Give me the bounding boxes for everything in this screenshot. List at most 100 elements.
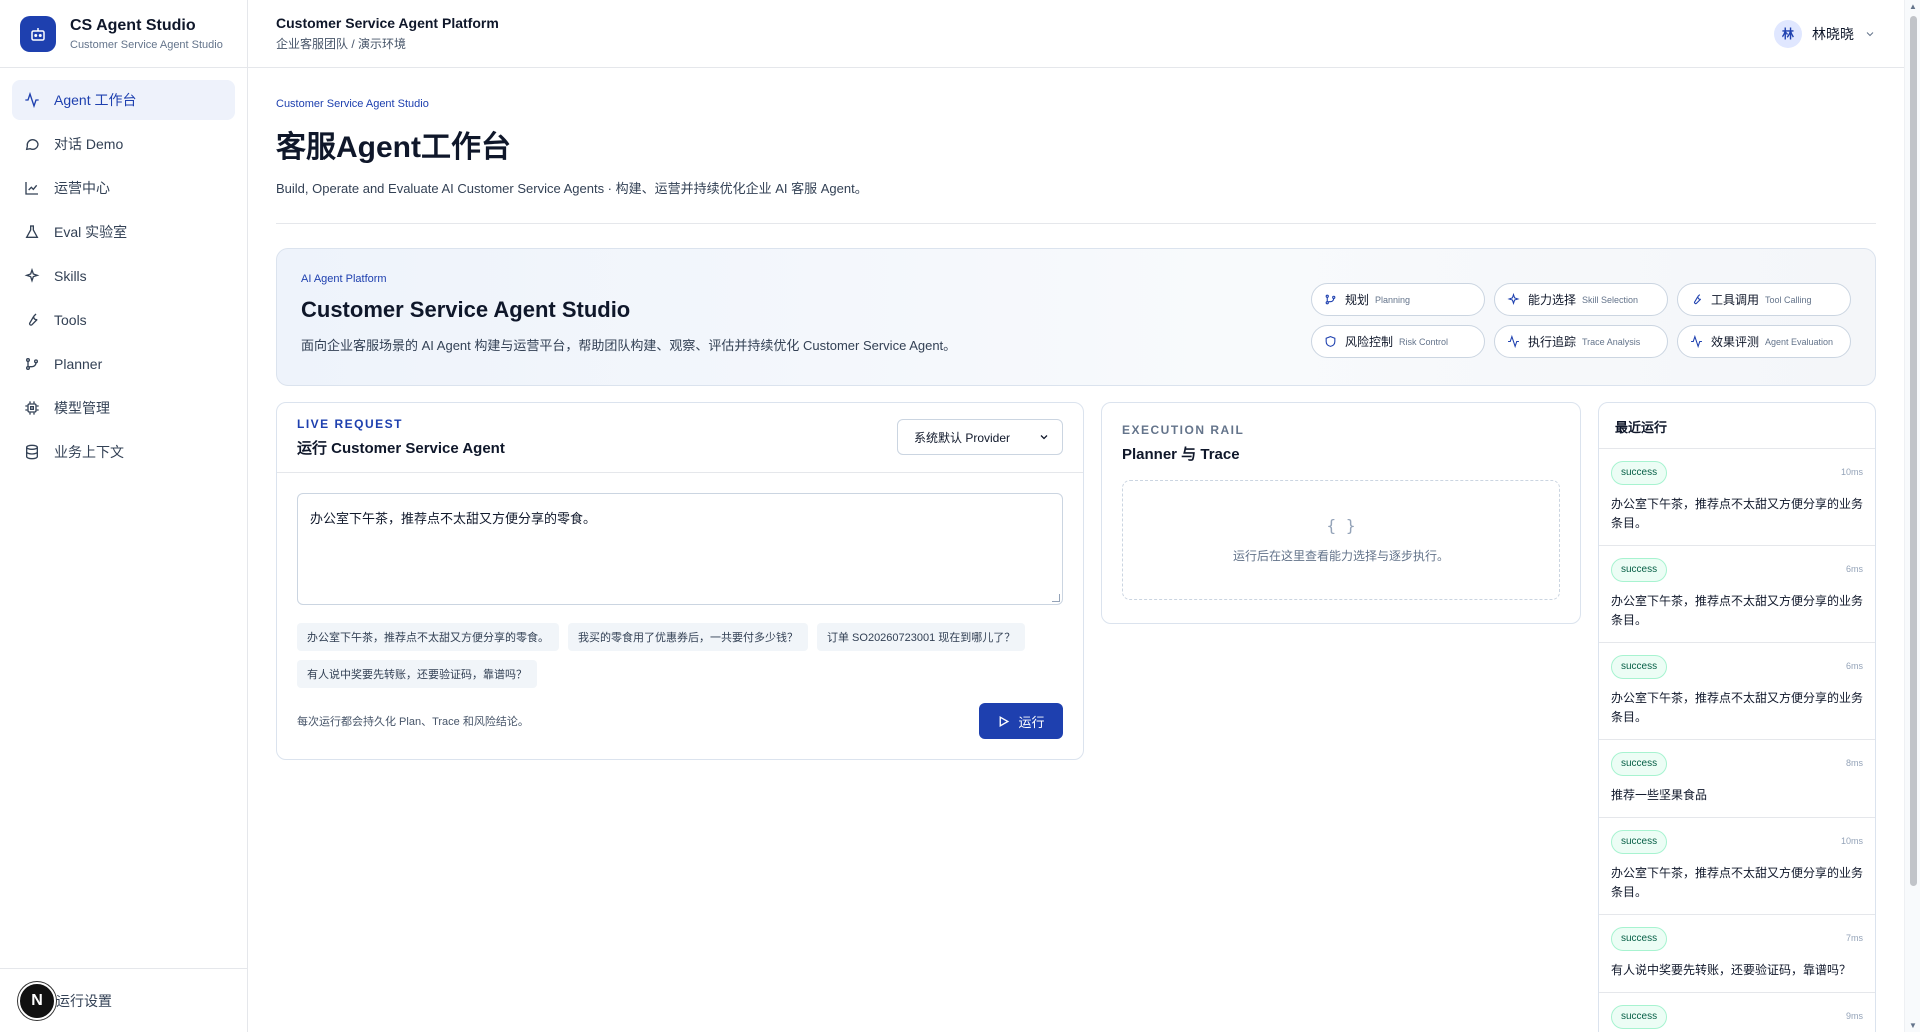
sidebar-item-chat-demo[interactable]: 对话 Demo bbox=[12, 124, 235, 164]
persistence-note: 每次运行都会持久化 Plan、Trace 和风险结论。 bbox=[297, 716, 529, 728]
sparkles-icon bbox=[1507, 293, 1520, 306]
chip-label: 规划 bbox=[1345, 293, 1370, 307]
status-badge: success bbox=[1611, 752, 1668, 776]
run-duration: 6ms bbox=[1845, 564, 1863, 574]
chart-icon bbox=[25, 182, 38, 195]
braces-icon: { } bbox=[1326, 516, 1356, 535]
sidebar-item-label: Tools bbox=[54, 312, 87, 328]
wrench-icon bbox=[28, 313, 38, 326]
run-button-label: 运行 bbox=[1018, 714, 1045, 730]
status-badge: success bbox=[1611, 927, 1668, 951]
example-prompt[interactable]: 我买的零食用了优惠券后，一共要付多少钱？ bbox=[568, 623, 808, 651]
live-request-footer: 每次运行都会持久化 Plan、Trace 和风险结论。 运行 bbox=[297, 703, 1063, 739]
brand-subtitle: Customer Service Agent Studio bbox=[70, 38, 223, 51]
page-description: Build, Operate and Evaluate AI Customer … bbox=[276, 181, 868, 196]
chip-en-label: Risk Control bbox=[1399, 336, 1449, 347]
chip-label: 执行追踪 bbox=[1528, 335, 1577, 349]
status-badge: success bbox=[1611, 558, 1668, 582]
run-duration: 9ms bbox=[1845, 1011, 1863, 1021]
user-menu[interactable]: 林 林晓晓 bbox=[1774, 19, 1876, 48]
execution-rail-tag: EXECUTION RAIL bbox=[1122, 423, 1245, 437]
brand-title: CS Agent Studio bbox=[70, 16, 196, 34]
provider-selected: 系统默认 Provider bbox=[914, 430, 1011, 445]
provider-select[interactable]: 系统默认 Provider bbox=[897, 419, 1063, 455]
run-duration: 6ms bbox=[1845, 661, 1863, 671]
chip-en-label: Planning bbox=[1375, 294, 1411, 305]
next-dev-badge[interactable]: N bbox=[18, 981, 56, 1020]
chip-skill-selection: 能力选择 Skill Selection bbox=[1494, 283, 1668, 316]
resize-handle[interactable] bbox=[1052, 594, 1060, 602]
live-request-panel: LIVE REQUEST 运行 Customer Service Agent 系… bbox=[276, 402, 1084, 760]
chip-en-label: Agent Evaluation bbox=[1765, 336, 1834, 347]
run-text: 有人说中奖要先转账，还要验证码，靠谱吗？ bbox=[1611, 963, 1852, 977]
chevron-down-icon bbox=[1040, 435, 1048, 440]
sidebar-item-label: Eval 实验室 bbox=[54, 224, 128, 240]
rail-empty-text: 运行后在这里查看能力选择与逐步执行。 bbox=[1232, 549, 1449, 563]
example-prompts: 办公室下午茶，推荐点不太甜又方便分享的零食。 我买的零食用了优惠券后，一共要付多… bbox=[297, 623, 1063, 688]
sidebar-item-models[interactable]: 模型管理 bbox=[12, 388, 235, 428]
hero-card: AI Agent Platform Customer Service Agent… bbox=[276, 248, 1876, 386]
status-badge: success bbox=[1611, 830, 1668, 854]
sidebar-item-business-context[interactable]: 业务上下文 bbox=[12, 432, 235, 472]
sidebar-item-agent-workbench[interactable]: Agent 工作台 bbox=[12, 80, 235, 120]
page-title: 客服Agent工作台 bbox=[276, 131, 511, 164]
sidebar-item-eval-lab[interactable]: Eval 实验室 bbox=[12, 212, 235, 252]
avatar: 林 bbox=[1774, 19, 1802, 48]
example-prompt[interactable]: 有人说中奖要先转账，还要验证码，靠谱吗？ bbox=[297, 660, 537, 688]
activity-icon bbox=[25, 92, 39, 108]
run-text: 办公室下午茶，推荐点不太甜又方便分享的业务条目。 bbox=[1611, 594, 1864, 627]
chip-label: 工具调用 bbox=[1711, 293, 1760, 307]
run-duration: 8ms bbox=[1845, 758, 1863, 768]
brand[interactable]: CS Agent Studio Customer Service Agent S… bbox=[0, 0, 247, 68]
breadcrumb: 企业客服团队 / 演示环境 bbox=[276, 37, 407, 51]
sidebar-item-planner[interactable]: Planner bbox=[12, 344, 235, 384]
sidebar-item-label: 模型管理 bbox=[54, 400, 110, 416]
main-content: Customer Service Agent Studio 客服Agent工作台… bbox=[276, 68, 1876, 1032]
example-prompt[interactable]: 办公室下午茶，推荐点不太甜又方便分享的零食。 bbox=[297, 623, 559, 651]
scroll-up-icon[interactable]: ▲ bbox=[1909, 2, 1917, 11]
list-item[interactable]: success 10ms 办公室下午茶，推荐点不太甜又方便分享的业务条目。 bbox=[1599, 449, 1875, 546]
status-badge: success bbox=[1611, 655, 1668, 679]
list-item[interactable]: success 6ms 办公室下午茶，推荐点不太甜又方便分享的业务条目。 bbox=[1599, 546, 1875, 643]
activity-icon bbox=[1691, 335, 1702, 348]
request-input[interactable]: 办公室下午茶，推荐点不太甜又方便分享的零食。 bbox=[297, 493, 1063, 605]
example-prompt[interactable]: 订单 SO20260723001 现在到哪儿了？ bbox=[817, 623, 1026, 651]
run-button[interactable]: 运行 bbox=[979, 703, 1063, 739]
list-item[interactable]: success 10ms 办公室下午茶，推荐点不太甜又方便分享的业务条目。 bbox=[1599, 818, 1875, 915]
sidebar-item-skills[interactable]: Skills bbox=[12, 256, 235, 296]
chip-en-label: Tool Calling bbox=[1765, 294, 1812, 305]
execution-rail-title: Planner 与 Trace bbox=[1122, 446, 1240, 463]
database-icon bbox=[26, 444, 38, 460]
run-duration: 7ms bbox=[1845, 933, 1863, 943]
run-text: 办公室下午茶，推荐点不太甜又方便分享的业务条目。 bbox=[1611, 691, 1864, 724]
sidebar-footer[interactable]: N 运行设置 bbox=[0, 968, 247, 1032]
sidebar-item-tools[interactable]: Tools bbox=[12, 300, 235, 340]
chip-label: 效果评测 bbox=[1711, 335, 1760, 349]
list-item[interactable]: success 6ms 办公室下午茶，推荐点不太甜又方便分享的业务条目。 bbox=[1599, 643, 1875, 740]
list-item[interactable]: success 9ms bbox=[1599, 993, 1875, 1032]
page-scrollbar[interactable]: ▲ ▼ bbox=[1904, 0, 1920, 1032]
bot-icon bbox=[20, 15, 56, 52]
sidebar-item-operations[interactable]: 运营中心 bbox=[12, 168, 235, 208]
list-item[interactable]: success 7ms 有人说中奖要先转账，还要验证码，靠谱吗？ bbox=[1599, 915, 1875, 993]
request-input-value: 办公室下午茶，推荐点不太甜又方便分享的零食。 bbox=[310, 511, 597, 526]
rail-empty-state: { } 运行后在这里查看能力选择与逐步执行。 bbox=[1122, 480, 1560, 600]
status-badge: success bbox=[1611, 1005, 1668, 1029]
scroll-thumb[interactable] bbox=[1910, 16, 1917, 886]
chat-bubble-icon bbox=[25, 139, 39, 151]
execution-rail-panel: EXECUTION RAIL Planner 与 Trace { } 运行后在这… bbox=[1101, 402, 1581, 624]
cpu-icon bbox=[25, 401, 39, 415]
sidebar-item-label: 运营中心 bbox=[54, 180, 110, 196]
scroll-down-icon[interactable]: ▼ bbox=[1909, 1021, 1917, 1030]
chip-label: 能力选择 bbox=[1528, 293, 1577, 307]
run-settings-link[interactable]: 运行设置 bbox=[56, 991, 112, 1011]
recent-runs-title: 最近运行 bbox=[1599, 403, 1875, 449]
status-badge: success bbox=[1611, 461, 1668, 485]
sidebar-item-label: Planner bbox=[54, 356, 103, 372]
shield-icon bbox=[1325, 336, 1336, 347]
chip-tool-calling: 工具调用 Tool Calling bbox=[1677, 283, 1851, 316]
page-eyebrow: Customer Service Agent Studio bbox=[276, 98, 429, 110]
sidebar-nav: Agent 工作台 对话 Demo 运营中心 Eval 实验室 Skills T… bbox=[0, 68, 247, 488]
panels-row: LIVE REQUEST 运行 Customer Service Agent 系… bbox=[276, 402, 1876, 1032]
list-item[interactable]: success 8ms 推荐一些坚果食品 bbox=[1599, 740, 1875, 818]
